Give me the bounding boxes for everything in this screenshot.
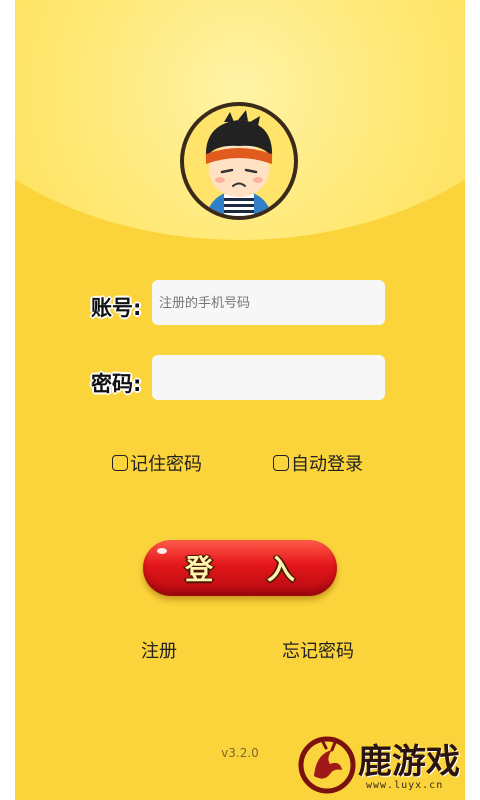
- auto-login-checkbox[interactable]: 自动登录: [273, 452, 363, 475]
- button-shine: [157, 548, 167, 554]
- avatar-image: [184, 106, 294, 216]
- watermark-url: www.luyx.cn: [366, 780, 444, 791]
- watermark-name: 鹿游戏: [358, 742, 460, 782]
- remember-password-label: 记住密码: [130, 454, 202, 475]
- account-input[interactable]: [152, 280, 385, 325]
- register-link[interactable]: 注册: [141, 637, 177, 663]
- auto-login-label: 自动登录: [291, 454, 363, 475]
- deer-logo-icon: [298, 736, 356, 794]
- password-label: 密码:: [91, 372, 142, 396]
- avatar: [180, 102, 298, 220]
- login-screen: 账号: 密码: 记住密码 自动登录 登 入 注册 忘记密码 v3.2.0: [15, 0, 465, 800]
- watermark: 鹿游戏 www.luyx.cn: [296, 730, 480, 800]
- remember-password-checkbox[interactable]: 记住密码: [112, 452, 202, 475]
- checkbox-icon: [112, 455, 128, 471]
- login-button-label: 登 入: [185, 553, 317, 586]
- password-input[interactable]: [152, 355, 385, 400]
- forgot-password-link[interactable]: 忘记密码: [282, 637, 354, 663]
- cartoon-boy-icon: [205, 110, 273, 216]
- checkbox-icon: [273, 455, 289, 471]
- login-button[interactable]: 登 入: [143, 540, 337, 596]
- account-label: 账号:: [91, 296, 142, 320]
